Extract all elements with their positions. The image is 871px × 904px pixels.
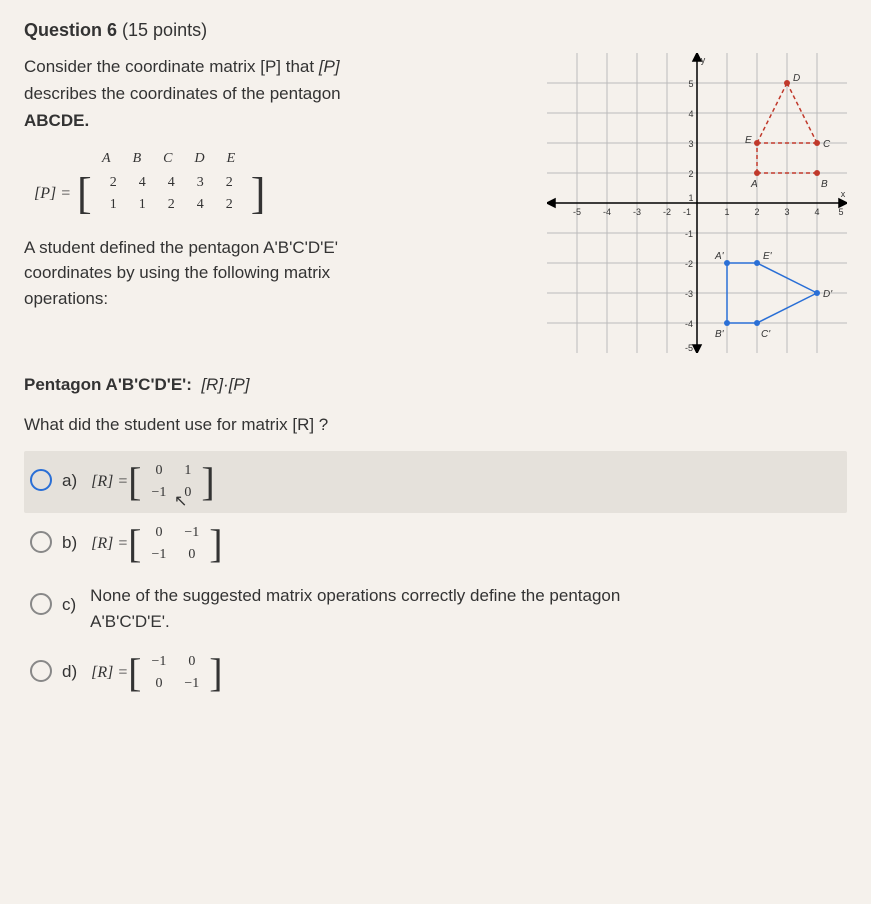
svg-text:B: B [821,179,828,190]
operation-line: Pentagon A'B'C'D'E': [R]·[P] [24,372,847,398]
matrix-cell: 2 [216,173,243,193]
radio-d[interactable] [30,660,52,682]
option-b[interactable]: b) [R] = [ 0−1 −10 ] [24,513,847,575]
student-line: A student defined the pentagon A'B'C'D'E… [24,238,338,257]
svg-text:A': A' [714,251,725,262]
operation-expr: [R]·[P] [201,375,249,394]
student-definition-text: A student defined the pentagon A'B'C'D'E… [24,235,523,312]
matrix-column-headers: A B C D E [90,149,247,169]
svg-text:-4: -4 [685,319,693,329]
svg-text:E': E' [763,251,773,262]
col-header: A [92,151,121,167]
radio-c[interactable] [30,593,52,615]
coordinate-graph: -5 -4 -3 -2 -1 1 2 3 4 5 5 4 3 2 1 -1 -2 -3 -4 -5 y x A B C… [547,53,847,353]
student-line: coordinates by using the following matri… [24,263,330,282]
abcde-label: ABCDE. [24,111,89,130]
question-header: Question 6 (15 points) [24,20,847,41]
svg-text:-1: -1 [683,207,691,217]
matrix-cell: 0 [143,674,174,694]
svg-text:5: 5 [688,79,693,89]
matrix-lhs: [R] = [91,473,128,491]
option-label: c) [62,595,76,615]
intro-line-2: describes the coordinates of the pentago… [24,84,341,103]
svg-text:5: 5 [838,207,843,217]
svg-text:y: y [701,55,706,65]
matrix-cell: 4 [187,195,214,215]
svg-text:-2: -2 [663,207,671,217]
svg-text:D': D' [823,289,833,300]
matrix-p-block: A B C D E [P] = [ 2 4 4 3 2 [34,149,523,217]
svg-text:3: 3 [688,139,693,149]
intro-line-1: Consider the coordinate matrix [P] that [24,57,314,76]
svg-text:D: D [793,73,800,84]
svg-text:4: 4 [688,109,693,119]
question-prompt: Consider the coordinate matrix [P] that … [24,53,523,135]
svg-text:B': B' [715,329,725,340]
matrix-lhs: [R] = [91,664,128,682]
radio-a[interactable] [30,469,52,491]
svg-text:-5: -5 [573,207,581,217]
matrix-cell: 0 [143,523,174,543]
radio-b[interactable] [30,531,52,553]
matrix-cell: 0 [176,545,207,565]
svg-text:-5: -5 [685,343,693,353]
col-header: B [123,151,152,167]
svg-text:C': C' [761,329,771,340]
matrix-cell: 1 [176,461,199,481]
matrix-lhs: [R] = [91,535,128,553]
svg-text:x: x [841,189,846,199]
col-header: E [217,151,246,167]
matrix-cell: 2 [216,195,243,215]
matrix-cell: −1 [143,545,174,565]
option-a[interactable]: a) [R] = [ 01 −10 ] [24,451,847,513]
matrix-cell: 2 [158,195,185,215]
svg-text:1: 1 [724,207,729,217]
matrix-cell: 4 [129,173,156,193]
question-number: Question 6 [24,20,117,40]
option-c[interactable]: c) None of the suggested matrix operatio… [24,575,847,642]
svg-text:3: 3 [784,207,789,217]
matrix-cell: 0 [143,461,174,481]
matrix-cell: 2 [100,173,127,193]
matrix-cell: 1 [100,195,127,215]
svg-text:1: 1 [688,193,693,203]
svg-text:-3: -3 [633,207,641,217]
svg-text:2: 2 [754,207,759,217]
svg-text:E: E [745,135,752,146]
matrix-cell: −1 [176,674,207,694]
sub-question: What did the student use for matrix [R] … [24,412,847,438]
matrix-cell: 3 [187,173,214,193]
svg-text:-1: -1 [685,229,693,239]
matrix-cell: −1 [176,523,207,543]
matrix-lhs: [P] = [34,185,71,203]
option-label: b) [62,533,77,553]
option-c-text-2: A'B'C'D'E'. [90,612,170,631]
matrix-cell: 0 [176,652,207,672]
svg-text:A: A [750,179,758,190]
svg-text:-2: -2 [685,259,693,269]
cursor-icon: ↖ [174,491,187,511]
option-d[interactable]: d) [R] = [ −10 0−1 ] [24,642,847,704]
col-header: C [153,151,182,167]
option-c-text-1: None of the suggested matrix operations … [90,586,620,605]
col-header: D [184,151,214,167]
student-line: operations: [24,289,108,308]
matrix-cell: −1 [143,652,174,672]
matrix-cell: 1 [129,195,156,215]
options-list: a) [R] = [ 01 −10 ] ↖ b) [R] = [ 0−1 [24,451,847,704]
svg-text:4: 4 [814,207,819,217]
question-points: (15 points) [122,20,207,40]
option-label: a) [62,471,77,491]
matrix-cell: 4 [158,173,185,193]
svg-text:C: C [823,139,831,150]
svg-text:-4: -4 [603,207,611,217]
matrix-cell: −1 [143,483,174,503]
matrix-p-values: 2 4 4 3 2 1 1 2 4 2 [98,171,245,217]
svg-text:-3: -3 [685,289,693,299]
option-label: d) [62,662,77,682]
operation-label: Pentagon A'B'C'D'E': [24,375,192,394]
svg-text:2: 2 [688,169,693,179]
